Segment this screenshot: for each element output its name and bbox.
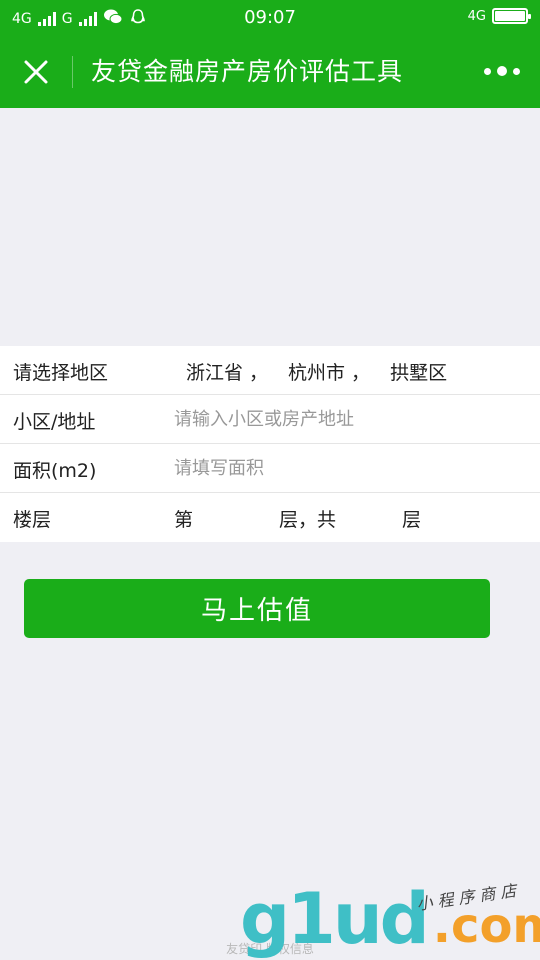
address-label: 小区/地址: [13, 411, 96, 433]
floor-suffix: 层: [402, 509, 422, 531]
more-icon[interactable]: [484, 66, 520, 76]
region-separator-2: ，: [351, 362, 371, 384]
nav-bar: 友贷金融房产房价评估工具: [0, 36, 540, 108]
evaluation-form: 请选择地区 浙江省 ， 杭州市 ， 拱墅区 小区/地址 面积(m2) 楼层 第 …: [0, 346, 540, 542]
region-label: 请选择地区: [13, 362, 109, 384]
estimate-button[interactable]: 马上估值: [24, 579, 490, 638]
address-row: 小区/地址: [0, 395, 540, 444]
floor-prefix: 第: [174, 509, 194, 531]
district-value[interactable]: 拱墅区: [390, 358, 447, 385]
region-picker[interactable]: 浙江省 ， 杭州市 ， 拱墅区: [186, 358, 447, 385]
status-right: 4G: [467, 8, 531, 24]
status-bar: 4G G 09:07 4G: [0, 0, 540, 36]
area-label: 面积(m2): [13, 460, 97, 482]
region-separator: ，: [249, 362, 269, 384]
city-value[interactable]: 杭州市: [288, 358, 345, 385]
floor-number-input[interactable]: [193, 505, 280, 532]
area-input[interactable]: [174, 452, 514, 484]
area-row: 面积(m2): [0, 444, 540, 493]
floor-label: 楼层: [13, 509, 52, 531]
floor-middle: 层，共: [279, 509, 337, 531]
nav-divider: [72, 56, 73, 88]
floor-row: 楼层 第 层，共 层: [0, 493, 540, 542]
page-title: 友贷金融房产房价评估工具: [91, 57, 404, 86]
watermark-logo: g1ud .com 小 程 序 商 店: [240, 878, 540, 960]
battery-icon: [492, 8, 531, 24]
floor-fields: 第 层，共 层: [174, 505, 421, 532]
clock: 09:07: [244, 7, 296, 28]
floor-total-input[interactable]: [336, 505, 403, 532]
region-row[interactable]: 请选择地区 浙江省 ， 杭州市 ， 拱墅区: [0, 346, 540, 395]
network-label-right: 4G: [467, 8, 486, 24]
province-value[interactable]: 浙江省: [186, 358, 243, 385]
close-icon[interactable]: [18, 54, 54, 90]
address-input[interactable]: [174, 403, 514, 435]
watermark-main: g1ud: [240, 878, 430, 960]
